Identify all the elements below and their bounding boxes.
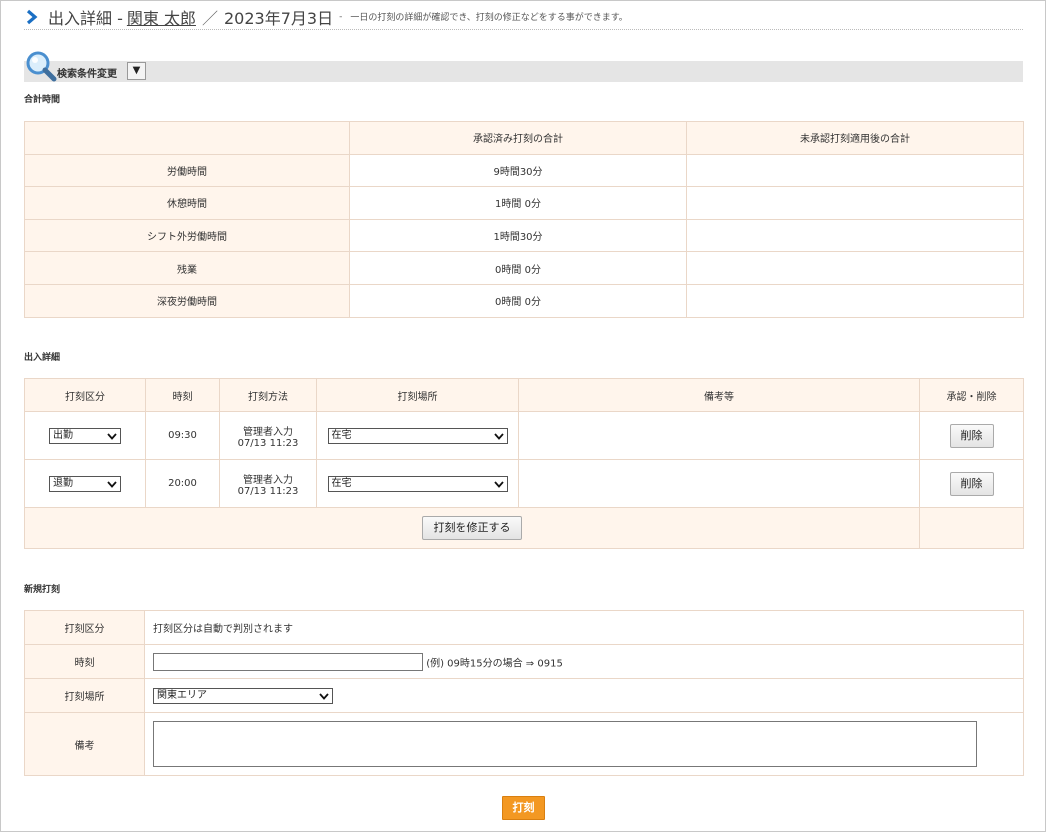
punch-type-select[interactable]: 出勤 (49, 427, 121, 444)
punch-place-select[interactable]: 在宅 (327, 427, 508, 444)
unapproved-value (686, 218, 1024, 253)
totals-header-approved: 承認済み打刻の合計 (349, 121, 687, 155)
page-date: 2023年7月3日 (223, 8, 334, 28)
row-label: 休憩時間 (24, 186, 350, 220)
punch-method-timestamp: 07/13 11:23 (237, 437, 299, 449)
approved-value: 9時間30分 (349, 153, 687, 188)
employee-name-link[interactable]: 関東 太郎 (127, 5, 196, 29)
totals-section-label: 合計時間 (24, 95, 61, 105)
totals-header-blank (24, 121, 350, 155)
col-header-place: 打刻場所 (316, 378, 519, 412)
col-header-time: 時刻 (145, 378, 220, 412)
modify-row: 打刻を修正する (24, 507, 1024, 549)
modify-punch-button[interactable]: 打刻を修正する (422, 516, 522, 540)
page-description: 一日の打刻の詳細が確認でき、打刻の修正などをする事ができます。 (350, 13, 628, 23)
new-place-label: 打刻場所 (24, 678, 145, 713)
new-time-label: 時刻 (24, 644, 145, 679)
punch-type-value: 退勤 (53, 477, 73, 489)
table-row: シフト外労働時間 1時間30分 (24, 218, 1024, 253)
chevron-down-icon (107, 432, 117, 440)
new-entry-table: 打刻区分 打刻区分は自動で判別されます 時刻 (例) 09時15分の場合 ⇒ 0… (24, 610, 1024, 776)
table-row: 深夜労働時間 0時間 0分 (24, 283, 1024, 318)
table-row: 出勤 09:30 管理者入力 07/13 11:23 在宅 削除 (24, 411, 1024, 460)
punch-type-value: 出勤 (53, 429, 73, 441)
chevron-down-icon (319, 692, 329, 700)
table-row: 休憩時間 1時間 0分 (24, 186, 1024, 220)
time-hint: (例) 09時15分の場合 ⇒ 0915 (426, 658, 563, 669)
col-header-type: 打刻区分 (24, 378, 146, 412)
new-place-select[interactable]: 関東エリア (153, 687, 333, 704)
time-input[interactable] (153, 652, 423, 671)
table-row: 退勤 20:00 管理者入力 07/13 11:23 在宅 削除 (24, 459, 1024, 508)
totals-header-unapproved: 未承認打刻適用後の合計 (686, 121, 1024, 155)
page-title: 出入詳細 - (48, 8, 123, 28)
chevron-down-icon (493, 480, 504, 488)
search-toggle-button[interactable]: ▼ (127, 62, 146, 80)
col-header-action: 承認・削除 (919, 378, 1024, 412)
submit-punch-button[interactable]: 打刻 (502, 796, 545, 820)
row-label: 深夜労働時間 (24, 283, 350, 318)
note-textarea[interactable] (153, 721, 977, 767)
punch-method: 管理者入力 (243, 474, 293, 486)
punch-note (518, 411, 920, 460)
punch-note (518, 459, 920, 508)
new-type-label: 打刻区分 (24, 610, 145, 645)
approved-value: 0時間 0分 (349, 283, 687, 318)
search-conditions-label[interactable]: 検索条件変更 (57, 65, 117, 80)
punch-time: 20:00 (145, 459, 220, 508)
unapproved-value (686, 186, 1024, 220)
col-header-note: 備考等 (518, 378, 920, 412)
row-label: 労働時間 (24, 153, 350, 188)
totals-table: 承認済み打刻の合計 未承認打刻適用後の合計 労働時間 9時間30分 休憩時間 1… (24, 121, 1024, 318)
new-type-value: 打刻区分は自動で判別されます (144, 610, 1024, 645)
col-header-method: 打刻方法 (219, 378, 317, 412)
chevron-right-icon (26, 9, 38, 24)
description-dash: - (339, 11, 343, 22)
approved-value: 1時間30分 (349, 218, 687, 253)
punch-place-value: 在宅 (331, 429, 352, 441)
table-row: 残業 0時間 0分 (24, 251, 1024, 285)
unapproved-value (686, 251, 1024, 285)
punch-type-select[interactable]: 退勤 (49, 475, 121, 492)
approved-value: 1時間 0分 (349, 186, 687, 220)
page-header: 出入詳細 - 関東 太郎 ／ 2023年7月3日 - 一日の打刻の詳細が確認でき… (24, 4, 1023, 30)
new-note-label: 備考 (24, 712, 145, 776)
chevron-down-icon (107, 480, 117, 488)
approved-value: 0時間 0分 (349, 251, 687, 285)
row-label: 残業 (24, 251, 350, 285)
detail-section-label: 出入詳細 (24, 353, 61, 363)
unapproved-value (686, 153, 1024, 188)
delete-button[interactable]: 削除 (949, 423, 994, 448)
punch-time: 09:30 (145, 411, 220, 460)
title-separator: ／ (201, 8, 218, 28)
chevron-down-icon (493, 432, 504, 440)
unapproved-value (686, 283, 1024, 318)
delete-button[interactable]: 削除 (949, 471, 994, 496)
punch-method-timestamp: 07/13 11:23 (237, 485, 299, 497)
search-conditions-bar (24, 61, 1023, 82)
magnifier-icon (26, 51, 57, 82)
punch-place-value: 在宅 (331, 477, 352, 489)
punch-place-select[interactable]: 在宅 (327, 475, 508, 492)
new-entry-section-label: 新規打刻 (24, 585, 61, 595)
row-label: シフト外労働時間 (24, 218, 350, 253)
table-row: 労働時間 9時間30分 (24, 153, 1024, 188)
punch-method: 管理者入力 (243, 426, 293, 438)
detail-table: 打刻区分 時刻 打刻方法 打刻場所 備考等 承認・削除 出勤 09:30 管理者… (24, 378, 1024, 549)
new-place-value: 関東エリア (157, 689, 207, 701)
